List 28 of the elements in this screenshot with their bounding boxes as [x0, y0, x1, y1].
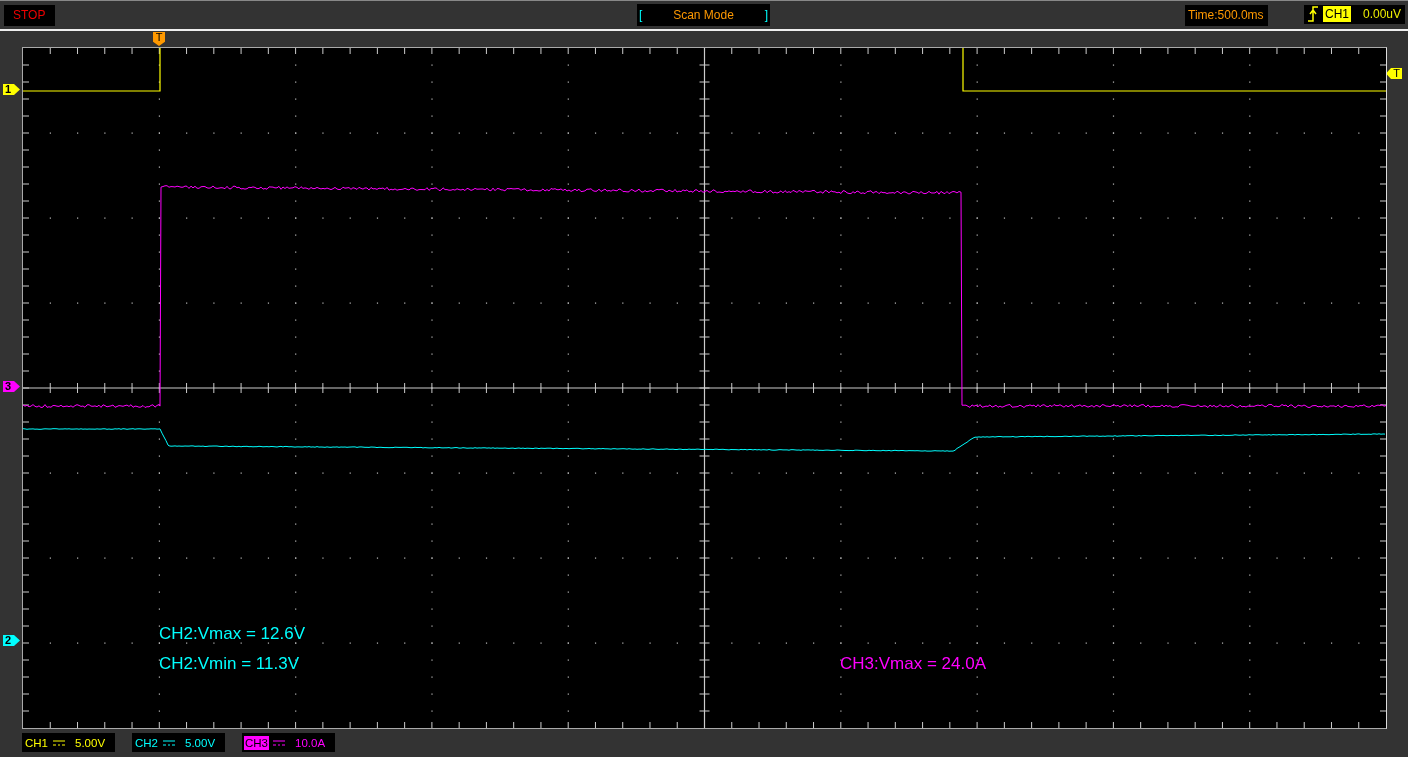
- measurement-readout: CH2:Vmax = 12.6V: [159, 624, 305, 644]
- channel-name: CH2: [134, 735, 159, 750]
- channel-name: CH1: [24, 735, 49, 750]
- channel-scale[interactable]: CH2 5.00V: [132, 733, 225, 752]
- channel-marker[interactable]: 2: [3, 635, 22, 646]
- run-status[interactable]: STOP: [4, 5, 56, 26]
- bracket: [: [639, 8, 643, 22]
- trigger-channel: CH1: [1323, 6, 1351, 22]
- channel-scale-value: 10.0A: [295, 736, 326, 749]
- channel-scale-value: 5.00V: [75, 736, 106, 749]
- dc-coupling-icon: [53, 738, 65, 747]
- channel-scale-value: 5.00V: [185, 736, 216, 749]
- mode-label: Scan Mode: [673, 8, 734, 22]
- measurement-readout: CH2:Vmin = 11.3V: [159, 654, 299, 674]
- dc-coupling-icon: [273, 738, 285, 747]
- rising-edge-icon: [1307, 6, 1319, 22]
- channel-scale[interactable]: CH1 5.00V: [22, 733, 115, 752]
- dc-coupling-icon: [163, 738, 175, 747]
- channel-marker[interactable]: 3: [3, 381, 22, 392]
- measurement-readout: CH3:Vmax = 24.0A: [840, 654, 986, 674]
- bracket: ]: [764, 8, 768, 22]
- timebase-readout: Time:500.0ms: [1185, 5, 1268, 26]
- channel-marker[interactable]: 1: [3, 84, 22, 95]
- channel-scale[interactable]: CH3 10.0A: [242, 733, 335, 752]
- channel-name: CH3: [244, 735, 269, 750]
- trigger-position-marker[interactable]: T: [153, 32, 165, 46]
- trigger-level-marker[interactable]: T: [1386, 68, 1402, 79]
- trigger-level: 0.00uV: [1363, 7, 1402, 21]
